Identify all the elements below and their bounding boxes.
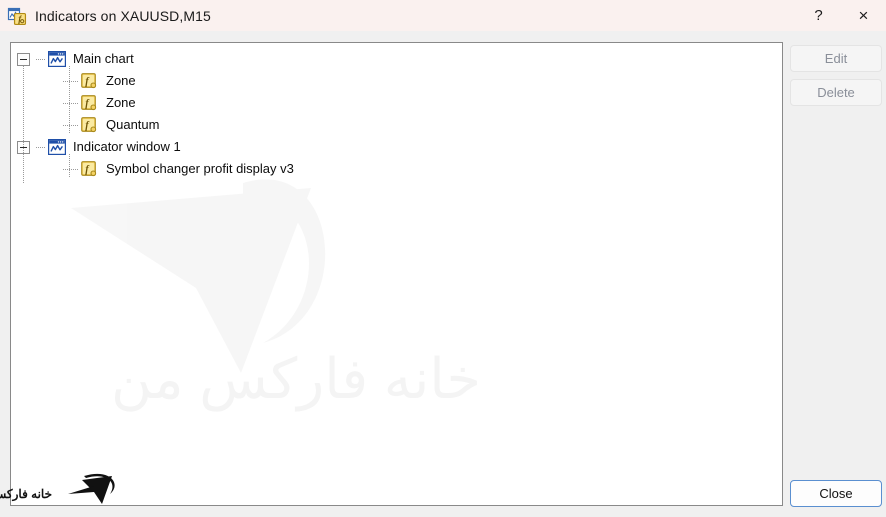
tree-connector (63, 102, 79, 104)
fx-indicator-icon: f (81, 116, 98, 134)
edit-button[interactable]: Edit (790, 45, 882, 72)
tree-connector (63, 124, 79, 126)
tree-node-label: Indicator window 1 (73, 139, 181, 154)
tree-item-label: Zone (106, 73, 136, 88)
fx-indicator-icon: f (81, 160, 98, 178)
collapse-toggle-icon[interactable] (17, 52, 30, 66)
close-button-label: Close (819, 486, 853, 501)
tree-item-zone-2[interactable]: f Zone (11, 92, 782, 114)
tree-node-label: Main chart (73, 51, 134, 66)
tree-rail-branch-1 (69, 66, 70, 134)
tree-item-label: Zone (106, 95, 136, 110)
indicators-window-icon: f (7, 6, 27, 26)
tree-connector (63, 80, 79, 82)
fx-indicator-icon: f (81, 72, 98, 90)
indicator-tree-panel[interactable]: خانه فارکس من Main chart f Zone f Zone f… (10, 42, 783, 506)
help-icon: ? (814, 7, 823, 24)
delete-button-label: Delete (817, 85, 855, 100)
tree-connector (36, 146, 46, 148)
tree-item-label: Symbol changer profit display v3 (106, 161, 294, 176)
edit-button-label: Edit (824, 51, 848, 66)
close-button[interactable]: Close (790, 480, 882, 507)
chart-window-icon (48, 139, 66, 156)
tree-rail-root (23, 66, 24, 184)
brand-logo: خانه فارکس من (0, 462, 130, 514)
window-title: Indicators on XAUUSD,M15 (35, 7, 211, 24)
tree-item-symbol-changer[interactable]: f Symbol changer profit display v3 (11, 158, 782, 180)
tree-node-main-chart[interactable]: Main chart (11, 48, 782, 70)
title-bar: f Indicators on XAUUSD,M15 ? × (0, 0, 886, 31)
tree-node-indicator-window-1[interactable]: Indicator window 1 (11, 136, 782, 158)
tree-connector (63, 168, 79, 170)
brand-logo-text: خانه فارکس من (0, 487, 52, 502)
chart-window-icon (48, 51, 66, 68)
tree-connector (36, 58, 46, 60)
delete-button[interactable]: Delete (790, 79, 882, 106)
tree-item-zone-1[interactable]: f Zone (11, 70, 782, 92)
window-close-button[interactable]: × (841, 0, 886, 31)
close-icon: × (858, 5, 869, 25)
tree-item-quantum[interactable]: f Quantum (11, 114, 782, 136)
watermark-text: خانه فارکس من (111, 347, 481, 412)
help-button[interactable]: ? (796, 0, 841, 31)
tree-item-label: Quantum (106, 117, 160, 132)
indicator-tree: Main chart f Zone f Zone f Quantum Indic… (11, 43, 782, 184)
tree-rail-branch-2 (69, 154, 70, 178)
fx-indicator-icon: f (81, 94, 98, 112)
